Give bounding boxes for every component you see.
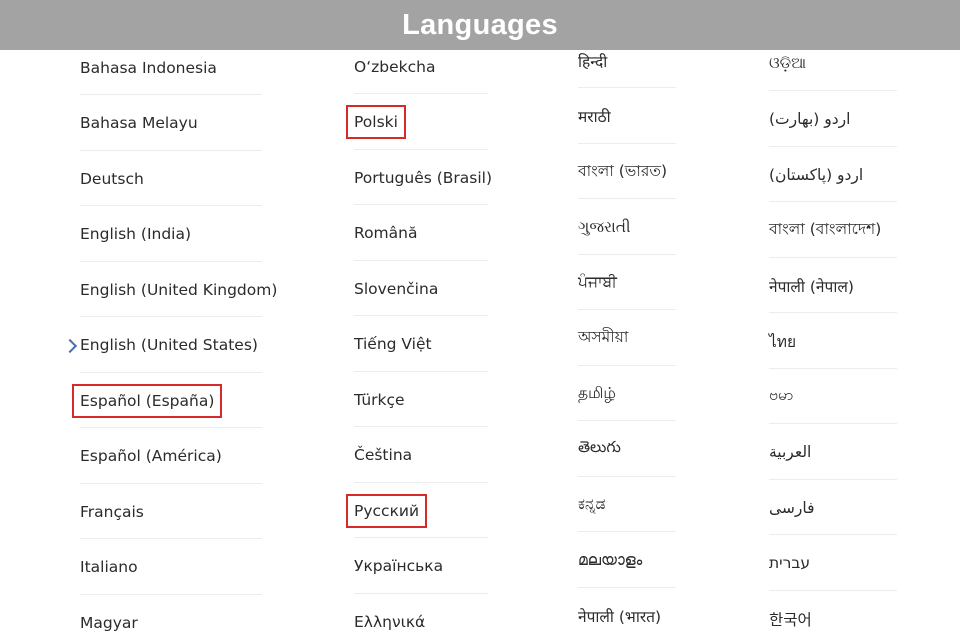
language-option[interactable]: ગુજરાતી [578, 201, 676, 255]
language-option[interactable]: नेपाली (नेपाल) [769, 259, 897, 313]
language-option[interactable]: ਪੰਜਾਬੀ [578, 256, 676, 310]
languages-screen: Languages Bahasa Indonesia Bahasa Melayu D… [0, 0, 960, 640]
language-column-4: ଓଡ଼ିଆ اردو (بھارت) اردو (پاکستان) বাংলা (বা… [769, 37, 897, 640]
language-label: Slovenčina [354, 279, 439, 298]
language-option[interactable]: Română [354, 207, 488, 261]
language-option[interactable]: العربية [769, 426, 897, 480]
language-label: English (United Kingdom) [80, 280, 278, 299]
language-label: ไทย [769, 332, 797, 351]
language-option[interactable]: Slovenčina [354, 262, 488, 316]
language-label: Čeština [354, 446, 413, 464]
language-option[interactable]: اردو (پاکستان) [769, 148, 897, 202]
language-label: नेपाली (नेपाल) [769, 277, 854, 296]
language-label: English (India) [80, 225, 192, 243]
language-option[interactable]: Русский [345, 484, 488, 538]
language-label: Deutsch [80, 169, 144, 188]
language-label: ဗမာ [769, 386, 794, 404]
language-label: Magyar [80, 614, 138, 632]
language-label: தமிழ் [578, 383, 616, 402]
language-label: فارسی [769, 498, 815, 517]
language-label: नेपाली (भारत) [578, 608, 662, 626]
language-option[interactable]: עברית [769, 537, 897, 591]
language-label: ಕನ್ನಡ [578, 495, 606, 513]
language-column-1: Bahasa Indonesia Bahasa Melayu Deutsch Engl… [62, 41, 277, 640]
language-label: اردو (پاکستان) [769, 165, 864, 184]
language-option[interactable]: Español (España) [71, 374, 262, 428]
language-label: 한국어 [769, 611, 812, 629]
language-option[interactable]: Español (América) [80, 430, 262, 484]
language-label: Português (Brasil) [354, 168, 493, 187]
language-option[interactable]: ଓଡ଼ିଆ [769, 37, 897, 91]
language-label: Polski [346, 105, 406, 139]
language-label: Ελληνικά [354, 613, 426, 631]
language-option[interactable]: Čeština [354, 429, 488, 483]
language-option[interactable]: English (United States) [62, 319, 262, 373]
language-option[interactable]: हिन्दी [578, 34, 676, 88]
language-label: മലയാളം [578, 550, 643, 569]
chevron-right-icon [62, 338, 78, 353]
language-label: বাংলা (বাংলাদেশ) [769, 220, 882, 238]
language-label: Français [80, 502, 144, 521]
language-label: Bahasa Indonesia [80, 58, 217, 77]
language-option[interactable]: Português (Brasil) [354, 151, 492, 205]
language-label: עברית [769, 554, 811, 572]
language-option[interactable]: Tiếng Việt [354, 318, 488, 372]
language-column-3: हिन्दी मराठी বাংলা (ভারত) ગુજરાતી ਪੰਜਾਬੀ অসমী… [578, 34, 676, 640]
language-label: Italiano [80, 558, 138, 576]
language-option[interactable]: ไทย [769, 315, 897, 369]
language-option[interactable]: தமிழ் [578, 367, 676, 421]
language-option[interactable]: తెలుగు [578, 423, 676, 477]
language-option[interactable]: অসমীয়া [578, 312, 676, 366]
language-label: Bahasa Melayu [80, 114, 198, 132]
language-label: অসমীয়া [578, 328, 629, 346]
language-label: Русский [345, 493, 428, 528]
language-option[interactable]: Українська [354, 540, 488, 594]
language-label: English (United States) [80, 336, 258, 354]
language-option[interactable]: മലയാളം [578, 534, 676, 588]
language-option[interactable]: Bahasa Indonesia [80, 41, 262, 95]
language-label: Tiếng Việt [354, 335, 432, 353]
language-option[interactable]: Bahasa Melayu [80, 97, 262, 151]
language-label: ଓଡ଼ିଆ [769, 54, 807, 72]
language-label: Español (España) [71, 383, 223, 418]
language-option[interactable]: Français [80, 485, 262, 539]
language-option[interactable]: नेपाली (भारत) [578, 589, 676, 640]
language-option[interactable]: বাংলা (বাংলাদেশ) [769, 204, 897, 258]
language-label: हिन्दी [578, 52, 608, 71]
language-option[interactable]: मराठी [578, 90, 676, 144]
language-label: Українська [354, 557, 444, 575]
language-label: Română [354, 224, 418, 242]
language-option[interactable]: Deutsch [80, 152, 262, 206]
language-option[interactable]: Oʻzbekcha [354, 40, 488, 94]
language-label: Türkçe [354, 390, 405, 409]
language-option[interactable]: বাংলা (ভারত) [578, 145, 676, 199]
language-label: ਪੰਜਾਬੀ [578, 273, 617, 291]
language-label: العربية [769, 443, 812, 461]
page-title: Languages [402, 8, 558, 41]
language-column-2: Oʻzbekcha Polski Português (Brasil) Română S… [345, 40, 492, 640]
language-option[interactable]: Magyar [80, 596, 262, 640]
language-option[interactable]: اردو (بھارت) [769, 93, 897, 147]
language-option[interactable]: ဗမာ [769, 370, 897, 424]
language-option[interactable]: Türkçe [354, 373, 488, 427]
language-label: বাংলা (ভারত) [578, 161, 668, 180]
language-label: Español (América) [80, 447, 222, 465]
language-label: ગુજરાતી [578, 217, 631, 236]
language-option[interactable]: فارسی [769, 481, 897, 535]
language-label: Oʻzbekcha [354, 57, 436, 76]
language-option[interactable]: English (United Kingdom) [80, 263, 277, 317]
language-option[interactable]: Ελληνικά [354, 595, 488, 640]
language-label: తెలుగు [578, 438, 621, 456]
language-option[interactable]: 한국어 [769, 592, 897, 640]
language-label: اردو (بھارت) [769, 110, 851, 128]
language-option[interactable]: Polski [346, 96, 488, 150]
language-option[interactable]: ಕನ್ನಡ [578, 478, 676, 532]
language-label: मराठी [578, 108, 611, 126]
language-option[interactable]: Italiano [80, 541, 262, 595]
language-option[interactable]: English (India) [80, 208, 262, 262]
